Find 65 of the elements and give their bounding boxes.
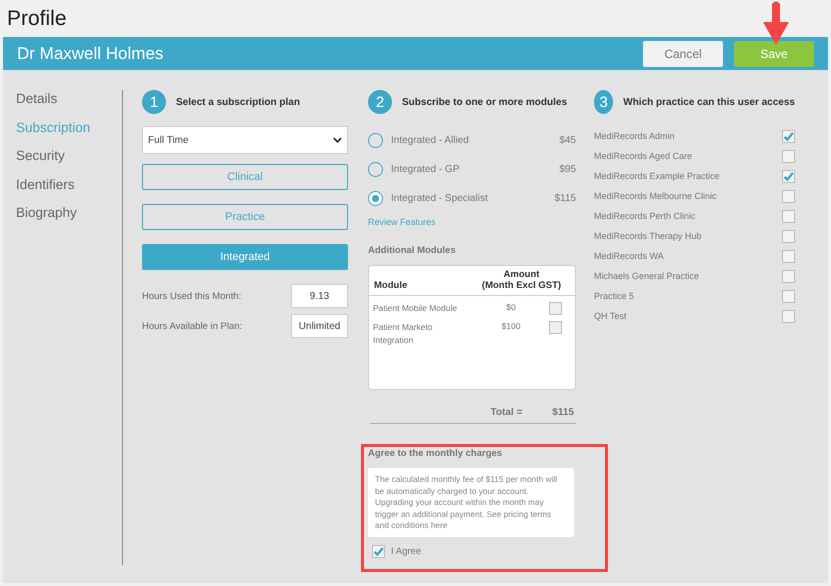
module-price: $45 [559, 135, 576, 146]
step-number: 3 [594, 90, 614, 114]
field-label: Hours Used this Month: [142, 290, 242, 302]
arrow-icon [761, 0, 791, 46]
notice-text: The calculated monthly fee of $115 per month will be automatically charged to your account. Upgrading your account within the month may trigger an additional payment. See pricing terms and conditions here [375, 474, 558, 532]
module-price: $115 [554, 193, 576, 204]
checkbox[interactable] [782, 290, 795, 302]
field-label: Hours Available in Plan: [142, 320, 242, 332]
sidebar-item[interactable]: Security [16, 147, 122, 166]
checkbox[interactable] [782, 210, 795, 222]
radio-button[interactable] [368, 133, 383, 148]
checkbox[interactable] [782, 230, 795, 242]
table-cell-text: $100 [500, 321, 522, 331]
checkbox[interactable] [782, 250, 795, 262]
user-name: Dr Maxwell Holmes [17, 44, 164, 64]
input-field[interactable]: Unlimited [291, 314, 348, 338]
total-label: Total = [490, 407, 522, 418]
section-heading: Agree to the monthly charges [368, 448, 504, 459]
column-header: Module [374, 280, 408, 291]
plan-option-button[interactable]: Integrated [142, 244, 348, 270]
cancel-button[interactable]: Cancel [643, 40, 723, 66]
module-label: Integrated - Allied [391, 135, 470, 146]
checkbox[interactable] [549, 321, 562, 334]
checkbox[interactable] [372, 544, 385, 558]
input-field[interactable]: 9.13 [291, 284, 348, 308]
checkbox[interactable] [782, 310, 795, 322]
checkbox[interactable] [782, 130, 795, 142]
module-label: Integrated - Specialist [391, 193, 489, 204]
module-label: Integrated - GP [391, 164, 460, 175]
section-heading: Additional Modules [368, 245, 457, 256]
practice-label: MediRecords WA [594, 251, 664, 261]
checkbox-label: I Agree [391, 546, 422, 556]
step-number: 1 [142, 90, 166, 114]
radio-button[interactable] [368, 162, 383, 177]
sidebar-item[interactable]: Identifiers [16, 176, 122, 194]
sidebar-item[interactable]: Biography [16, 204, 122, 222]
table-cell-text: $0 [505, 302, 517, 312]
column-header: Amount (Month Excl GST) [480, 269, 562, 291]
practice-label: QH Test [594, 311, 626, 321]
practice-label: MediRecords Admin [594, 131, 675, 141]
checkbox[interactable] [782, 270, 795, 282]
practice-label: Practice 5 [594, 291, 634, 301]
step-title: Subscribe to one or more modules [402, 96, 568, 108]
table-cell-text: Patient Mobile Module [373, 302, 458, 315]
practice-label: MediRecords Example Practice [594, 171, 720, 181]
checkbox[interactable] [782, 170, 795, 182]
practice-label: MediRecords Perth Clinic [594, 211, 696, 221]
checkbox[interactable] [782, 150, 795, 162]
sidebar-item[interactable]: Details [16, 90, 122, 108]
module-price: $95 [559, 164, 576, 175]
practice-label: Michaels General Practice [594, 271, 700, 281]
step-title: Select a subscription plan [176, 96, 300, 108]
chevron-down-icon [333, 137, 342, 143]
practice-label: MediRecords Therapy Hub [594, 231, 702, 241]
page-title: Profile [7, 6, 67, 30]
practice-label: MediRecords Melbourne Clinic [594, 191, 717, 201]
radio-button[interactable] [368, 191, 383, 206]
step-number: 2 [368, 90, 392, 114]
plan-dropdown[interactable]: Full Time [142, 126, 348, 154]
checkbox[interactable] [549, 302, 562, 315]
checkbox[interactable] [782, 190, 795, 202]
table-cell-text: Patient Marketo Integration [373, 321, 434, 347]
practice-label: MediRecords Aged Care [594, 151, 692, 161]
step-title: Which practice can this user access [623, 96, 795, 108]
total-value: $115 [552, 407, 574, 418]
